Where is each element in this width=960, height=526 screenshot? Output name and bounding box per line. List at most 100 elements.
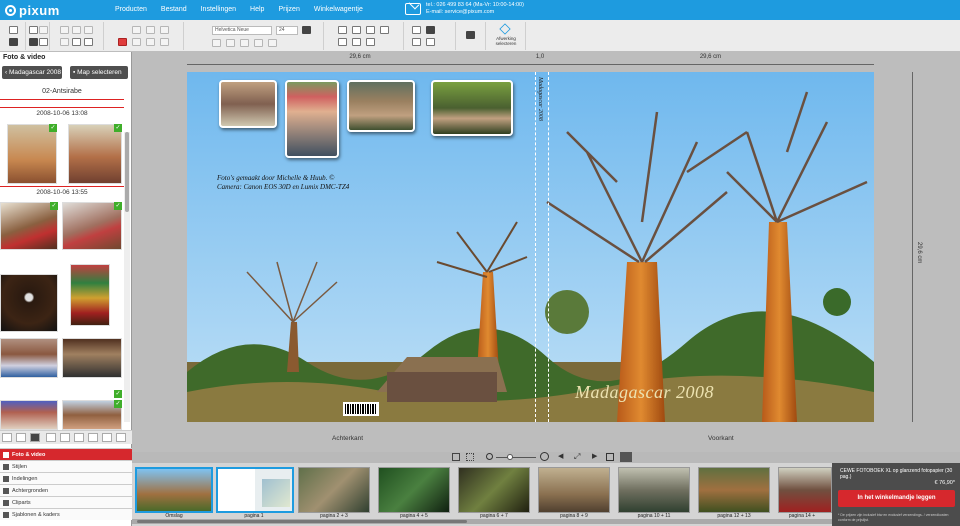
effect-icon[interactable] [366, 38, 375, 46]
single-view-icon[interactable] [452, 453, 460, 461]
paste-icon[interactable] [39, 26, 48, 34]
bring-forward-icon[interactable] [132, 26, 141, 34]
photo-thumbnail[interactable]: ✓ [62, 202, 122, 250]
image-icon[interactable] [338, 26, 347, 34]
cover-photo-1[interactable] [219, 80, 277, 128]
zoom-slider-handle[interactable] [507, 454, 513, 460]
photo-credit-text[interactable]: Foto's gemaakt door Michelle & Huub. © Ca… [217, 174, 349, 192]
category-cliparts[interactable]: Cliparts [0, 496, 132, 508]
sort-icon[interactable] [2, 433, 12, 442]
pixum-logo[interactable]: pixum [5, 2, 60, 18]
send-back-icon[interactable] [146, 26, 155, 34]
page-thumb-10-11[interactable] [618, 467, 690, 513]
clipboard-icon[interactable] [84, 38, 93, 46]
align-left-icon[interactable] [132, 38, 141, 46]
photo-thumbnail[interactable] [70, 264, 110, 326]
photo-thumbnail[interactable]: ✓ [0, 202, 58, 250]
frame-icon[interactable] [338, 38, 347, 46]
photo-thumbnail[interactable] [62, 338, 122, 378]
filmstrip-scrollbar[interactable] [132, 519, 832, 524]
rotate-icon[interactable] [366, 26, 375, 34]
zoom-slider[interactable] [496, 457, 536, 458]
photo-thumbnail[interactable]: ✓ [62, 400, 122, 430]
book-cover[interactable]: Foto's gemaakt door Michelle & Huub. © Ca… [187, 72, 874, 422]
rotate-page-icon[interactable] [606, 453, 614, 461]
view-1-icon[interactable] [46, 433, 56, 442]
page-thumb-omslag[interactable] [135, 467, 213, 513]
book-spine[interactable] [535, 72, 549, 422]
page-thumb-14[interactable] [778, 467, 832, 513]
new-icon[interactable] [9, 26, 18, 34]
photo-thumbnail[interactable] [0, 400, 58, 430]
category-sjablonen[interactable]: Sjablonen & kaders [0, 508, 132, 520]
page-thumb-2-3[interactable] [298, 467, 370, 513]
preview-icon[interactable] [466, 31, 475, 39]
copy-icon[interactable] [29, 26, 38, 34]
view-4-icon[interactable] [88, 433, 98, 442]
redo-icon[interactable] [72, 26, 81, 34]
text-justify-icon[interactable] [268, 39, 277, 47]
zoom-out-icon[interactable] [486, 453, 493, 460]
page-thumb-8-9[interactable] [538, 467, 610, 513]
spine-title[interactable]: Madagascar 2008 [537, 77, 543, 121]
photo-thumbnail[interactable] [0, 274, 58, 332]
category-foto-video[interactable]: Foto & video [0, 448, 132, 460]
category-indelingen[interactable]: Indelingen [0, 472, 132, 484]
upgrade-button[interactable]: Afwerking selecteren [486, 22, 526, 50]
record-icon[interactable] [118, 38, 127, 46]
photo-thumbnail[interactable]: ✓ [7, 124, 57, 184]
layout-icon[interactable] [412, 26, 421, 34]
page-thumb-12-13[interactable] [698, 467, 770, 513]
spread-view-icon[interactable] [620, 452, 632, 462]
crop-icon[interactable] [352, 26, 361, 34]
delete-icon[interactable] [60, 38, 69, 46]
contact-email[interactable]: E-mail: service@pixum.com [426, 9, 524, 16]
menu-instellingen[interactable]: Instellingen [194, 0, 243, 20]
scrollbar-thumb[interactable] [137, 520, 467, 523]
font-select[interactable]: Helvetica Neue [212, 26, 272, 35]
panel-scrollbar[interactable] [124, 132, 130, 422]
page-thumb-4-5[interactable] [378, 467, 450, 513]
page-thumb-1[interactable] [216, 467, 294, 513]
view-3-icon[interactable] [74, 433, 84, 442]
select-folder-button[interactable]: ▪ Map selecteren [70, 66, 128, 79]
grid-view-icon[interactable] [466, 453, 474, 461]
view-5-icon[interactable] [102, 433, 112, 442]
bold-icon[interactable] [212, 39, 221, 47]
align-center-icon[interactable] [146, 38, 155, 46]
add-to-cart-button[interactable]: In het winkelmandje leggen [838, 490, 955, 507]
circle-icon[interactable] [426, 26, 435, 34]
underline-icon[interactable] [240, 39, 249, 47]
page-thumb-6-7[interactable] [458, 467, 530, 513]
duplicate-icon[interactable] [72, 38, 81, 46]
text-align-icon[interactable] [254, 39, 263, 47]
flip-icon[interactable] [380, 26, 389, 34]
lock-icon[interactable] [426, 38, 435, 46]
font-size-select[interactable]: 24 [276, 26, 298, 35]
cover-photo-3[interactable] [347, 80, 415, 132]
category-stijlen[interactable]: Stijlen [0, 460, 132, 472]
back-button[interactable]: ‹ Madagascar 2008 [2, 66, 62, 79]
view-6-icon[interactable] [116, 433, 126, 442]
menu-help[interactable]: Help [243, 0, 271, 20]
menu-bestand[interactable]: Bestand▾ [154, 0, 194, 28]
cut-icon[interactable] [84, 26, 93, 34]
save-icon[interactable] [9, 38, 18, 46]
menu-producten[interactable]: Producten [108, 0, 154, 20]
scrollbar-thumb[interactable] [125, 132, 129, 212]
zoom-in-icon[interactable] [540, 452, 549, 461]
next-page-icon[interactable]: ▶ [592, 452, 597, 460]
grid-icon[interactable] [39, 38, 48, 46]
cover-title[interactable]: Madagascar 2008 [575, 382, 714, 403]
shadow-icon[interactable] [352, 38, 361, 46]
undo-icon[interactable] [60, 26, 69, 34]
fullscreen-icon[interactable]: ⤢ [574, 452, 580, 462]
italic-icon[interactable] [226, 39, 235, 47]
front-icon[interactable] [160, 26, 169, 34]
layer-icon[interactable] [412, 38, 421, 46]
gear-icon[interactable] [29, 38, 38, 46]
prev-page-icon[interactable]: ◀ [558, 452, 563, 460]
text-color-icon[interactable] [302, 26, 311, 34]
align-right-icon[interactable] [160, 38, 169, 46]
view-2-icon[interactable] [60, 433, 70, 442]
